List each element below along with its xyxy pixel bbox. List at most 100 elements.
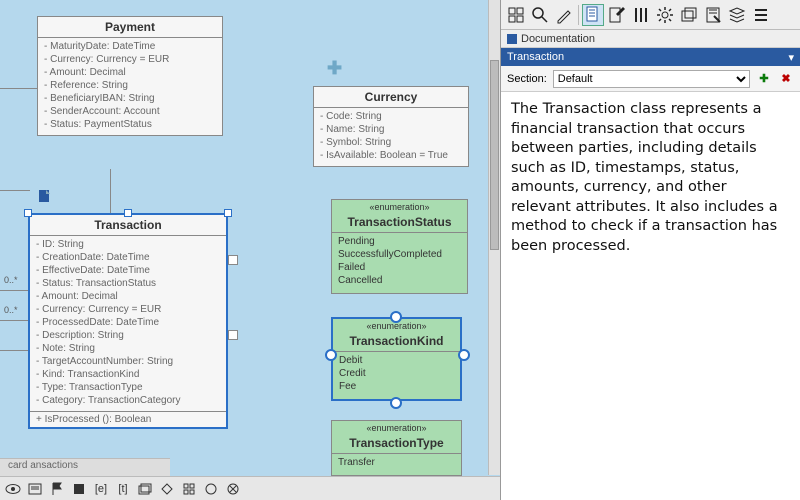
delete-section-button[interactable]: ✖ [778,71,794,87]
connector [0,290,28,291]
toolbar-edit-doc-icon[interactable] [606,4,628,26]
entity-name: Transaction [507,51,564,63]
multiplicity-label: 0..* [4,275,18,285]
attr: - SenderAccount: Account [44,105,216,118]
connection-handle[interactable] [458,349,470,361]
attr: - Kind: TransactionKind [36,368,220,381]
toolbar-list-icon[interactable] [750,4,772,26]
section-label: Section: [507,73,547,85]
class-transaction[interactable]: Transaction - ID: String - CreationDate:… [28,213,228,429]
attr: - Description: String [36,329,220,342]
class-title: TransactionType [332,433,461,454]
attr: - TargetAccountNumber: String [36,355,220,368]
palette-toolbar: [e] [t] [0,476,500,500]
enum-value: Fee [339,380,454,393]
toolbar-pencil-icon[interactable] [553,4,575,26]
canvas-inner: 0..* 0..* Payment - MaturityDate: DateTi… [0,0,500,475]
attr: - Note: String [36,342,220,355]
class-attrs: - MaturityDate: DateTime - Currency: Cur… [38,38,222,135]
toolbar-doc-icon[interactable] [582,4,604,26]
entity-header[interactable]: Transaction ▾ [501,48,800,66]
separator [578,5,579,25]
attr: - Status: PaymentStatus [44,118,216,131]
class-title: TransactionKind [333,331,460,352]
attr: - Symbol: String [320,136,462,149]
class-title: Payment [38,17,222,38]
enum-transaction-status[interactable]: «enumeration» TransactionStatus Pending … [331,199,468,294]
toolbar-gear-icon[interactable] [654,4,676,26]
toolbar-stack-icon[interactable] [726,4,748,26]
multiplicity-label: 0..* [4,305,18,315]
toolbar-script-icon[interactable] [702,4,724,26]
toolbar-search-icon[interactable] [529,4,551,26]
palette-layers-icon[interactable] [136,481,154,497]
section-row: Section: Default ✚ ✖ [501,66,800,92]
connection-handle[interactable] [390,311,402,323]
attr: - Status: TransactionStatus [36,277,220,290]
palette-flag-icon[interactable] [48,481,66,497]
attr: - Reference: String [44,79,216,92]
palette-grid-icon[interactable] [180,481,198,497]
attr: - IsAvailable: Boolean = True [320,149,462,162]
diagram-tab[interactable]: card ansactions [0,458,170,476]
connector [0,350,28,351]
port[interactable] [228,330,238,340]
class-title: Currency [314,87,468,108]
enum-value: Pending [338,235,461,248]
enum-transaction-type[interactable]: «enumeration» TransactionType Transfer [331,420,462,476]
attr: - CreationDate: DateTime [36,251,220,264]
class-title: TransactionStatus [332,212,467,233]
connection-handle[interactable] [390,397,402,409]
section-select[interactable]: Default [553,70,750,88]
attr: - BeneficiaryIBAN: String [44,92,216,105]
resize-handle[interactable] [24,209,32,217]
toolbar-grid-icon[interactable] [505,4,527,26]
stereotype: «enumeration» [332,421,461,433]
enum-values: Transfer [332,454,461,475]
connector [0,320,28,321]
add-element-icon[interactable]: ✚ [327,58,342,79]
documentation-label: Documentation [521,33,595,45]
right-panel: Documentation Transaction ▾ Section: Def… [500,0,800,500]
dropdown-icon[interactable]: ▾ [788,51,794,64]
resize-handle[interactable] [224,209,232,217]
palette-note-icon[interactable] [26,481,44,497]
add-section-button[interactable]: ✚ [756,71,772,87]
enum-value: SuccessfullyCompleted [338,248,461,261]
class-currency[interactable]: Currency - Code: String - Name: String -… [313,86,469,167]
port[interactable] [228,255,238,265]
connector [110,169,111,213]
toolbar-layers-icon[interactable] [678,4,700,26]
palette-text-t-icon[interactable]: [t] [114,481,132,497]
toolbar-columns-icon[interactable] [630,4,652,26]
note-icon[interactable] [38,189,52,203]
class-title: Transaction [30,215,226,236]
connector [0,190,30,191]
attr: - Amount: Decimal [36,290,220,303]
diagram-canvas[interactable]: 0..* 0..* Payment - MaturityDate: DateTi… [0,0,500,500]
palette-diamond-icon[interactable] [158,481,176,497]
method: + IsProcessed (): Boolean [36,414,220,425]
documentation-header: Documentation [501,30,800,48]
palette-circle-icon[interactable] [202,481,220,497]
palette-square-icon[interactable] [70,481,88,497]
enum-transaction-kind[interactable]: «enumeration» TransactionKind Debit Cred… [331,317,462,401]
connection-handle[interactable] [325,349,337,361]
enum-values: Debit Credit Fee [333,352,460,399]
documentation-text[interactable]: The Transaction class represents a finan… [501,92,800,500]
class-methods: + IsProcessed (): Boolean [30,411,226,427]
palette-cross-icon[interactable] [224,481,242,497]
scrollbar-thumb[interactable] [490,60,499,250]
palette-text-e-icon[interactable]: [e] [92,481,110,497]
app-root: 0..* 0..* Payment - MaturityDate: DateTi… [0,0,800,500]
enum-value: Debit [339,354,454,367]
class-attrs: - ID: String - CreationDate: DateTime - … [30,236,226,411]
class-attrs: - Code: String - Name: String - Symbol: … [314,108,468,166]
right-toolbar [501,0,800,30]
resize-handle[interactable] [124,209,132,217]
attr: - Currency: Currency = EUR [44,53,216,66]
vertical-scrollbar[interactable] [488,0,500,475]
attr: - Currency: Currency = EUR [36,303,220,316]
palette-eye-icon[interactable] [4,481,22,497]
class-payment[interactable]: Payment - MaturityDate: DateTime - Curre… [37,16,223,136]
